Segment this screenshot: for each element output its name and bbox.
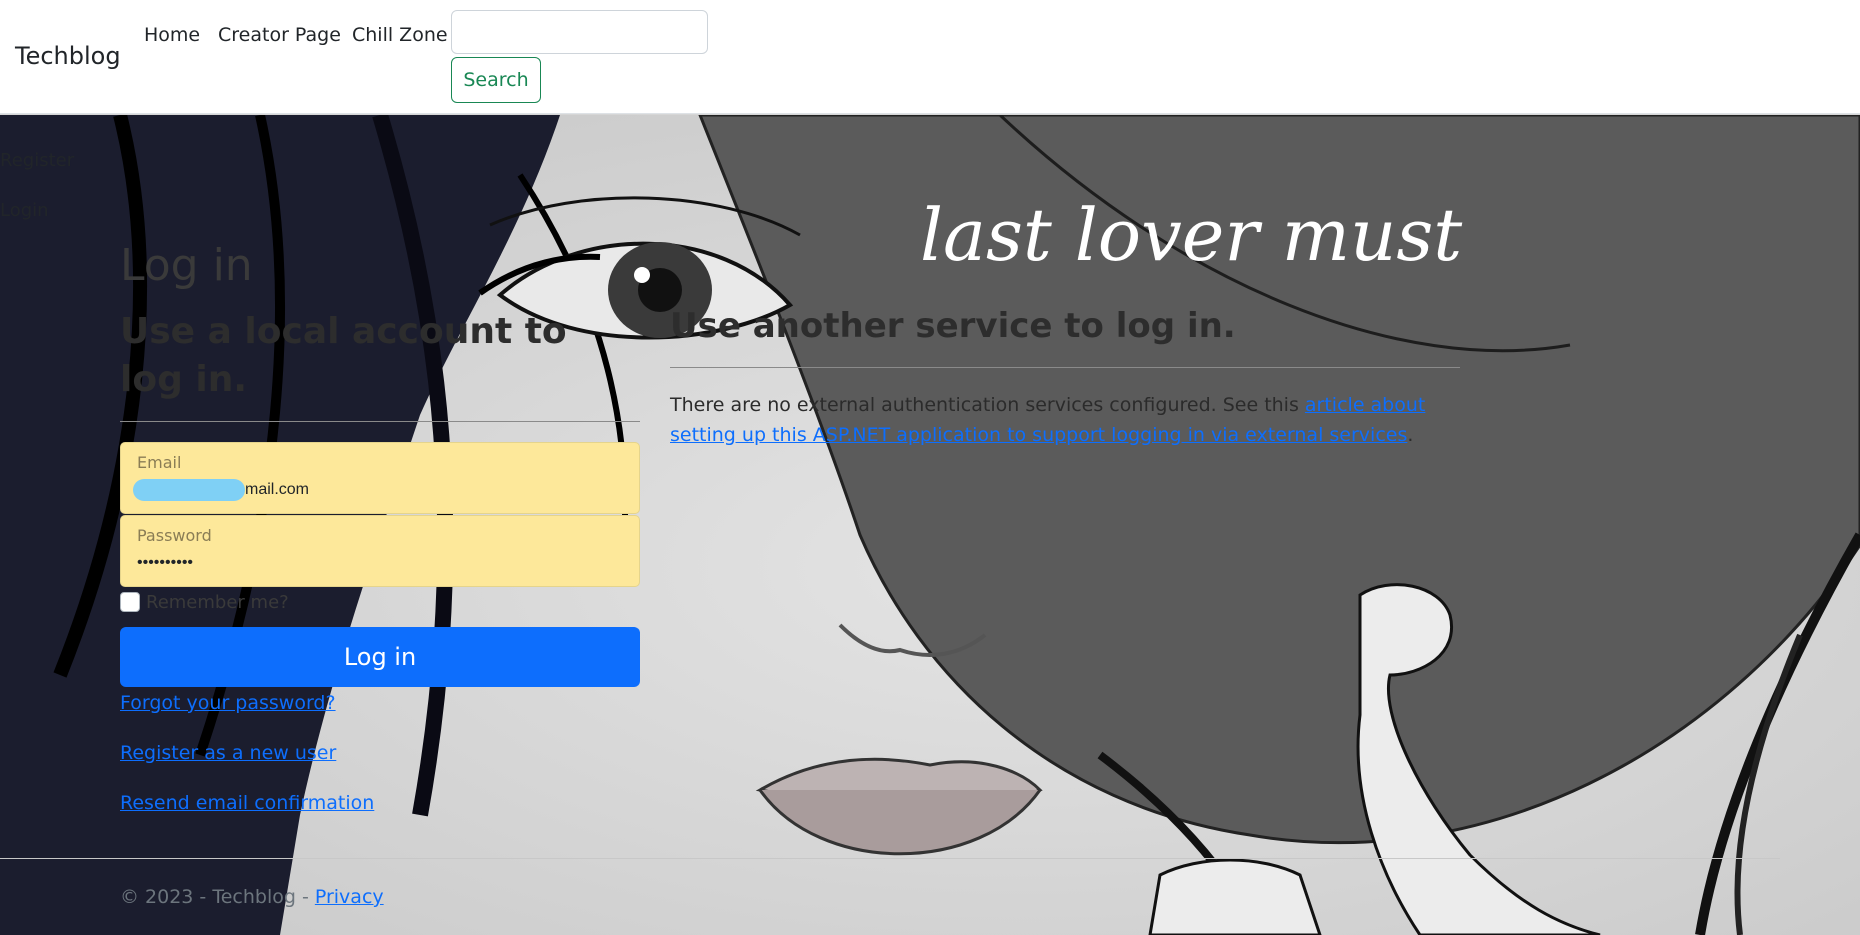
sidebar-link-register[interactable]: Register <box>0 150 74 171</box>
register-link[interactable]: Register as a new user <box>120 742 336 764</box>
privacy-link[interactable]: Privacy <box>315 886 384 908</box>
page-title: Log in <box>120 240 253 291</box>
forgot-password-link[interactable]: Forgot your password? <box>120 692 336 714</box>
top-navbar: Techblog Home Creator Page Chill Zone Se… <box>0 0 1860 114</box>
email-value[interactable]: mail.com <box>245 481 309 499</box>
external-info-body: There are no external authentication ser… <box>670 394 1305 416</box>
remember-me-checkbox[interactable] <box>120 592 140 612</box>
footer: © 2023 - Techblog - Privacy <box>120 886 384 908</box>
nav-home[interactable]: Home <box>144 24 200 46</box>
password-label: Password <box>137 526 212 545</box>
script-watermark: last lover must <box>920 193 1463 277</box>
resend-confirmation-link[interactable]: Resend email confirmation <box>120 792 374 814</box>
footer-copyright: © 2023 - Techblog - <box>120 886 315 908</box>
sidebar-link-login[interactable]: Login <box>0 200 49 221</box>
password-field[interactable]: Password •••••••••• <box>120 515 640 587</box>
email-field[interactable]: Email mail.com <box>120 442 640 514</box>
search-input[interactable] <box>451 10 708 54</box>
external-info-text: There are no external authentication ser… <box>670 390 1470 450</box>
external-info-suffix: . <box>1407 424 1414 446</box>
search-button[interactable]: Search <box>451 57 541 103</box>
nav-creator-page[interactable]: Creator Page <box>218 24 341 46</box>
password-value[interactable]: •••••••••• <box>137 554 193 572</box>
redaction-mark <box>133 479 245 501</box>
footer-divider <box>0 858 1780 859</box>
local-account-heading: Use a local account to log in. <box>120 311 567 400</box>
remember-me-label[interactable]: Remember me? <box>146 592 289 613</box>
external-service-heading: Use another service to log in. <box>670 306 1236 346</box>
divider <box>120 421 640 422</box>
login-button[interactable]: Log in <box>120 627 640 687</box>
nav-chill-zone[interactable]: Chill Zone <box>352 24 448 46</box>
email-label: Email <box>137 453 182 472</box>
divider <box>670 367 1460 368</box>
brand-link[interactable]: Techblog <box>15 42 121 70</box>
